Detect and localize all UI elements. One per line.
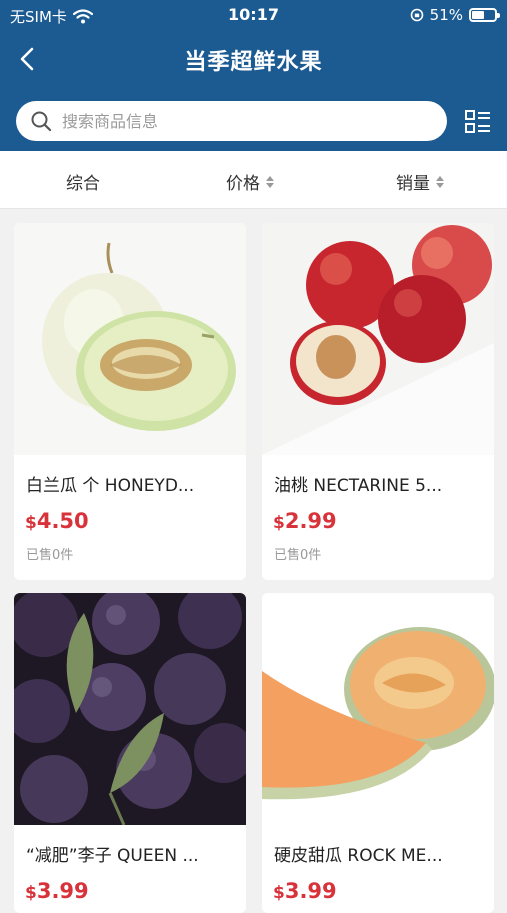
product-image-rock-melon (262, 593, 494, 825)
battery-fill (472, 11, 485, 19)
nav-bar: 当季超鲜水果 (0, 36, 507, 84)
sort-comprehensive[interactable]: 综合 (66, 169, 100, 194)
battery-percent: 51% (429, 6, 463, 24)
page-title: 当季超鲜水果 (184, 50, 323, 75)
product-image-honeydew (14, 223, 246, 455)
list-layout-icon (465, 110, 490, 133)
product-card[interactable]: 白兰瓜 个 HONEYD... $4.50 已售0件 (14, 223, 246, 580)
sort-label: 综合 (66, 174, 100, 194)
currency-symbol: $ (273, 883, 285, 903)
product-name: “减肥”李子 QUEEN ... (26, 846, 199, 866)
product-name: 油桃 NECTARINE 5... (274, 476, 443, 496)
layout-toggle-button[interactable] (464, 108, 492, 136)
sort-arrows-icon (436, 175, 444, 188)
product-image-nectarine (262, 223, 494, 455)
status-right: 51% (410, 6, 500, 24)
sold-count: 已售0件 (26, 548, 74, 563)
product-card[interactable]: 油桃 NECTARINE 5... $2.99 已售0件 (262, 223, 494, 580)
currency-symbol: $ (25, 883, 37, 903)
search-input[interactable] (62, 111, 402, 131)
rotation-lock-icon (410, 8, 423, 22)
price-value: 4.50 (36, 509, 89, 533)
price-value: 3.99 (284, 879, 337, 903)
sort-bar: 综合 价格 销量 (0, 151, 507, 209)
product-image-plum (14, 593, 246, 825)
product-price: $3.99 (25, 879, 89, 903)
sort-label: 价格 (226, 174, 260, 194)
sort-label: 销量 (396, 174, 430, 194)
currency-symbol: $ (273, 513, 285, 533)
product-name: 白兰瓜 个 HONEYD... (26, 476, 195, 496)
header: 无SIM卡 10:17 51% 当季超鲜水果 (0, 0, 507, 151)
search-icon (31, 111, 52, 132)
sort-sales[interactable]: 销量 (396, 169, 444, 194)
search-box[interactable] (16, 101, 447, 141)
product-card[interactable]: “减肥”李子 QUEEN ... $3.99 (14, 593, 246, 913)
sort-arrows-icon (266, 175, 274, 188)
currency-symbol: $ (25, 513, 37, 533)
product-price: $3.99 (273, 879, 337, 903)
status-bar: 无SIM卡 10:17 51% (0, 0, 507, 30)
sort-price[interactable]: 价格 (226, 169, 274, 194)
product-card[interactable]: 硬皮甜瓜 ROCK ME... $3.99 (262, 593, 494, 913)
price-value: 2.99 (284, 509, 337, 533)
product-price: $2.99 (273, 509, 337, 533)
product-name: 硬皮甜瓜 ROCK ME... (274, 846, 443, 866)
product-price: $4.50 (25, 509, 89, 533)
battery-icon (469, 8, 500, 22)
price-value: 3.99 (36, 879, 89, 903)
sold-count: 已售0件 (274, 548, 322, 563)
